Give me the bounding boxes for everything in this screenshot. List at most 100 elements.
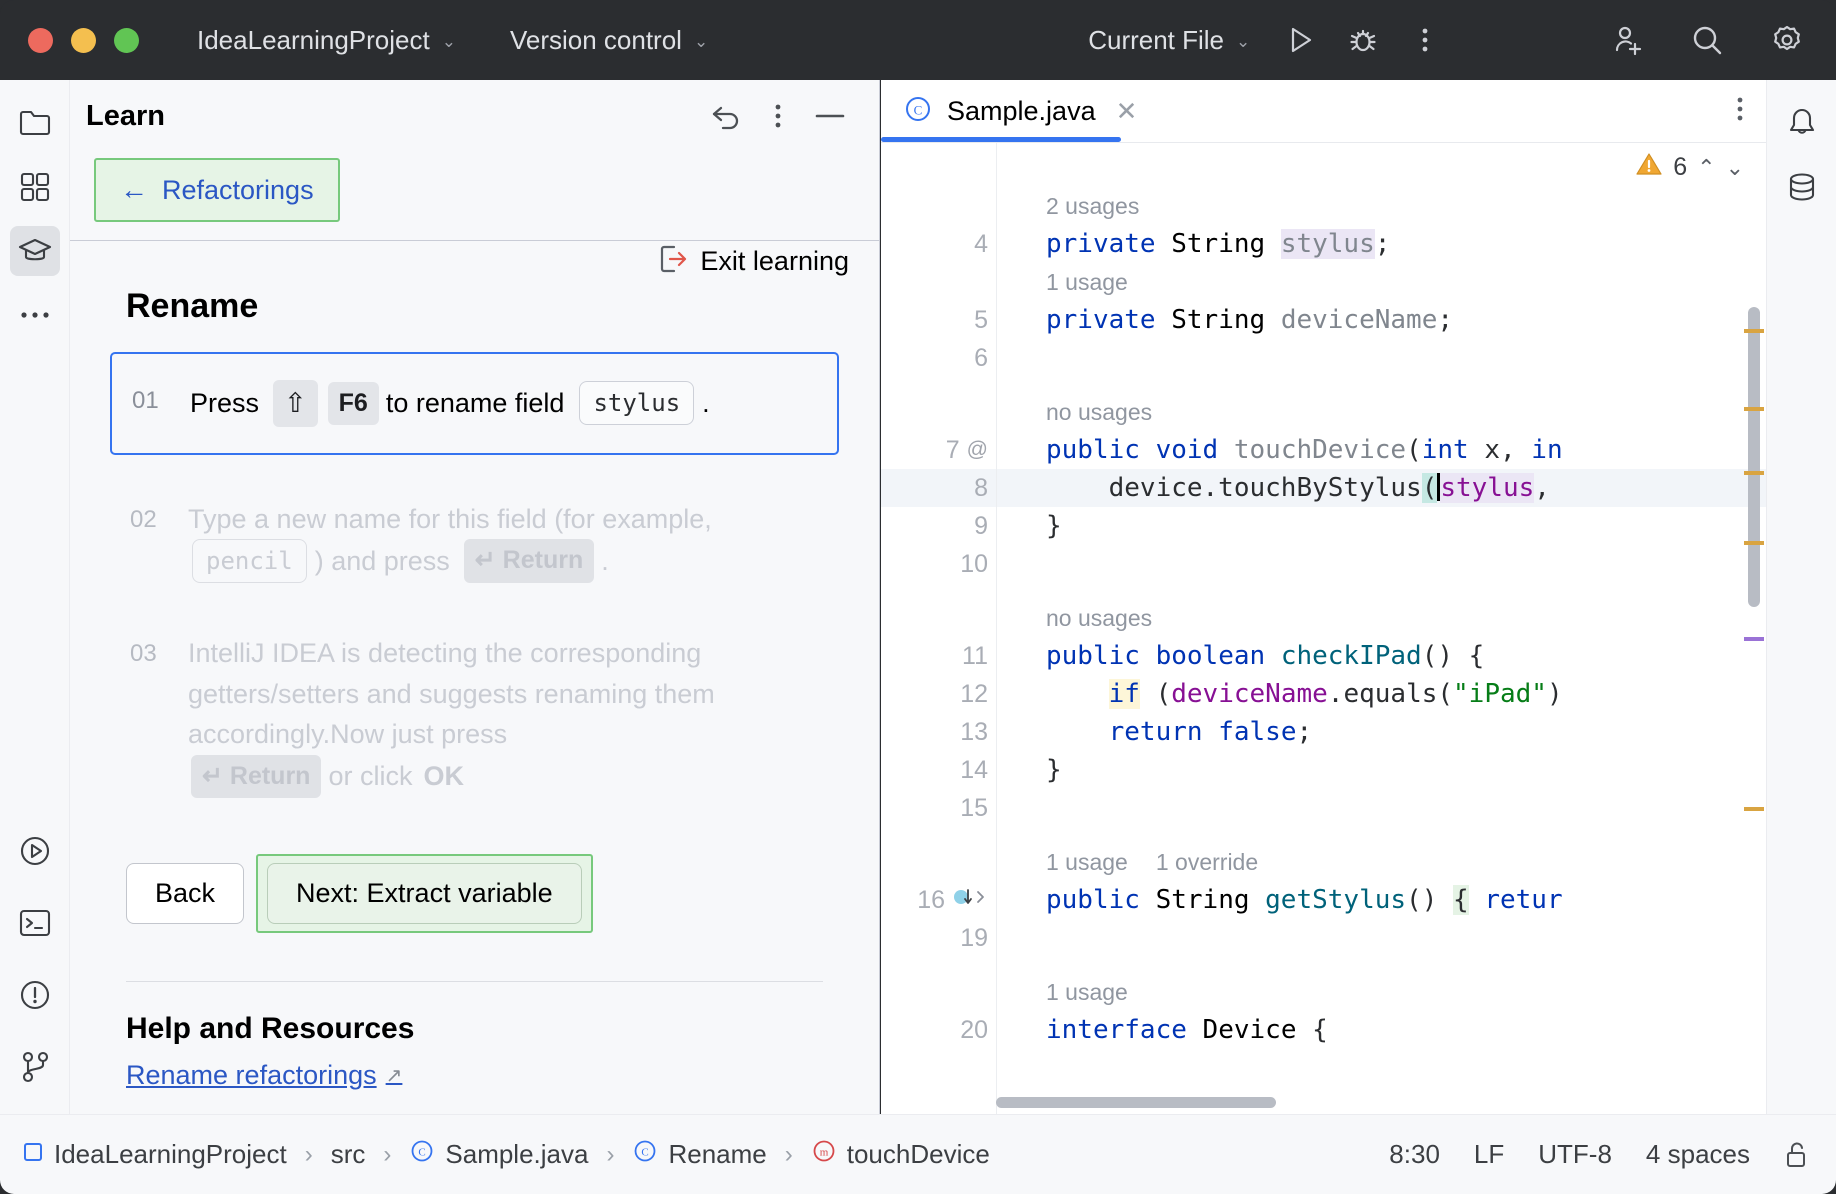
notifications-icon[interactable] [1777, 98, 1827, 148]
line-number-gutter[interactable]: 12 [881, 680, 996, 709]
line-number-gutter[interactable]: 4 [881, 230, 996, 259]
line-number-gutter[interactable]: 10 [881, 550, 996, 579]
file-encoding[interactable]: UTF-8 [1538, 1139, 1612, 1170]
breadcrumb-item[interactable]: IdeaLearningProject [22, 1139, 287, 1170]
run-configuration-selector[interactable]: Current File ⌄ [1078, 19, 1260, 62]
implemented-method-gutter-icon[interactable] [952, 886, 988, 915]
line-number-gutter[interactable]: 8 [881, 474, 996, 503]
line-number-gutter[interactable]: 9 [881, 512, 996, 541]
back-button[interactable]: Back [126, 863, 245, 924]
next-problem-icon[interactable]: ⌄ [1726, 155, 1744, 181]
usage-hint-label[interactable]: 1 usage [996, 979, 1128, 1006]
code-line[interactable]: 6 [881, 339, 1766, 377]
terminal-tool-icon[interactable] [10, 898, 60, 948]
code-text[interactable]: interface Device { [996, 1015, 1328, 1045]
add-collaborator-icon[interactable] [1600, 13, 1654, 67]
code-line[interactable]: 19 [881, 919, 1766, 957]
version-control-tool-icon[interactable] [10, 1042, 60, 1092]
usage-hint-label[interactable]: 1 usage [996, 849, 1128, 876]
learn-tool-icon[interactable] [9, 226, 60, 276]
code-line[interactable]: 14} [881, 751, 1766, 789]
search-icon[interactable] [1680, 13, 1734, 67]
breadcrumb-item[interactable]: C Sample.java [409, 1138, 588, 1171]
code-text[interactable]: private String stylus; [996, 229, 1390, 259]
code-line[interactable]: 20 interface Device { [881, 1011, 1766, 1049]
database-icon[interactable] [1777, 162, 1827, 212]
editor-horizontal-scrollbar[interactable] [996, 1097, 1276, 1108]
breadcrumb-item[interactable]: C Rename [632, 1138, 767, 1171]
project-tool-icon[interactable] [10, 98, 60, 148]
code-line[interactable]: 13 return false; [881, 713, 1766, 751]
line-separator[interactable]: LF [1474, 1139, 1504, 1170]
version-control-widget[interactable]: Version control ⌄ [500, 19, 718, 62]
code-line[interactable]: 11 public boolean checkIPad() { [881, 637, 1766, 675]
breadcrumb-item[interactable]: m touchDevice [811, 1138, 990, 1171]
usage-hint-label[interactable]: no usages [996, 399, 1152, 426]
code-line[interactable]: 15 [881, 789, 1766, 827]
caret-position[interactable]: 8:30 [1389, 1139, 1440, 1170]
editor-marker-bar[interactable] [1742, 189, 1766, 1086]
editor-tab-sample-java[interactable]: C Sample.java ✕ [881, 80, 1155, 142]
unlocked-icon[interactable] [1784, 1140, 1810, 1170]
editor-vertical-scrollbar[interactable] [1748, 307, 1760, 607]
code-line[interactable]: 16 public String getStylus() { retur [881, 881, 1766, 919]
line-number-gutter[interactable]: 20 [881, 1016, 996, 1045]
code-text[interactable]: } [996, 511, 1062, 541]
code-line[interactable]: 10 [881, 545, 1766, 583]
code-line[interactable]: 4 private String stylus; [881, 225, 1766, 263]
more-tool-windows-icon[interactable] [10, 290, 60, 340]
close-window-button[interactable] [28, 27, 53, 53]
previous-problem-icon[interactable]: ⌃ [1697, 155, 1715, 181]
code-text[interactable]: device.touchByStylus(stylus, [996, 473, 1550, 503]
next-button[interactable]: Next: Extract variable [267, 863, 582, 924]
code-line[interactable]: 7 @ public void touchDevice(int x, in [881, 431, 1766, 469]
code-text[interactable]: if (deviceName.equals("iPad") [996, 679, 1563, 709]
line-number-gutter[interactable]: 7 @ [881, 436, 996, 465]
code-text[interactable]: public void touchDevice(int x, in [996, 435, 1563, 465]
help-resource-link[interactable]: Rename refactorings ↗ [126, 1060, 402, 1091]
code-line[interactable]: 12 if (deviceName.equals("iPad") [881, 675, 1766, 713]
structure-tool-icon[interactable] [10, 162, 60, 212]
line-number-gutter[interactable]: 13 [881, 718, 996, 747]
code-text[interactable]: private String deviceName; [996, 305, 1453, 335]
usage-hint-label[interactable]: no usages [996, 605, 1152, 632]
debug-icon[interactable] [1336, 13, 1390, 67]
problems-tool-icon[interactable] [10, 970, 60, 1020]
line-number-gutter[interactable]: 11 [881, 642, 996, 671]
code-text[interactable]: public boolean checkIPad() { [996, 641, 1484, 671]
minimize-window-button[interactable] [71, 27, 96, 53]
run-icon[interactable] [1274, 13, 1328, 67]
code-line[interactable]: 5 private String deviceName; [881, 301, 1766, 339]
code-text[interactable]: } [996, 755, 1062, 785]
more-actions-icon[interactable] [1398, 13, 1452, 67]
panel-options-icon[interactable] [755, 93, 801, 139]
breadcrumb-item[interactable]: src [331, 1139, 366, 1170]
usage-hint-label[interactable]: 2 usages [996, 193, 1139, 220]
exit-learning-button[interactable]: Exit learning [660, 244, 849, 279]
settings-icon[interactable] [1760, 13, 1814, 67]
line-number-gutter[interactable]: 6 [881, 344, 996, 373]
code-text[interactable]: return false; [996, 717, 1313, 747]
line-number-gutter[interactable]: 5 [881, 306, 996, 335]
code-line[interactable]: 9} [881, 507, 1766, 545]
window-controls[interactable] [28, 27, 139, 53]
line-number-gutter[interactable]: 15 [881, 794, 996, 823]
usage-hint-label[interactable]: 1 usage [996, 269, 1128, 296]
restart-lesson-icon[interactable] [703, 93, 749, 139]
indent-setting[interactable]: 4 spaces [1646, 1139, 1750, 1170]
close-icon[interactable]: ✕ [1116, 96, 1138, 127]
inspection-widget[interactable]: 6 ⌃ ⌄ [1635, 151, 1744, 184]
code-editor[interactable]: 6 ⌃ ⌄ 2 usages 4 private String stylus; 1 u… [881, 143, 1766, 1114]
annotation-gutter-icon[interactable]: @ [967, 438, 988, 462]
run-tool-icon[interactable] [10, 826, 60, 876]
project-selector[interactable]: IdeaLearningProject ⌄ [187, 19, 466, 62]
maximize-window-button[interactable] [114, 27, 139, 53]
code-text[interactable]: public String getStylus() { retur [996, 885, 1563, 915]
back-to-refactorings-link[interactable]: ← Refactorings [94, 158, 340, 222]
minimize-panel-icon[interactable] [807, 93, 853, 139]
code-line[interactable]: 8 device.touchByStylus(stylus, [881, 469, 1766, 507]
line-number-gutter[interactable]: 16 [881, 886, 996, 915]
line-number-gutter[interactable]: 19 [881, 924, 996, 953]
line-number-gutter[interactable]: 14 [881, 756, 996, 785]
override-hint-label[interactable]: 1 override [1156, 849, 1258, 876]
